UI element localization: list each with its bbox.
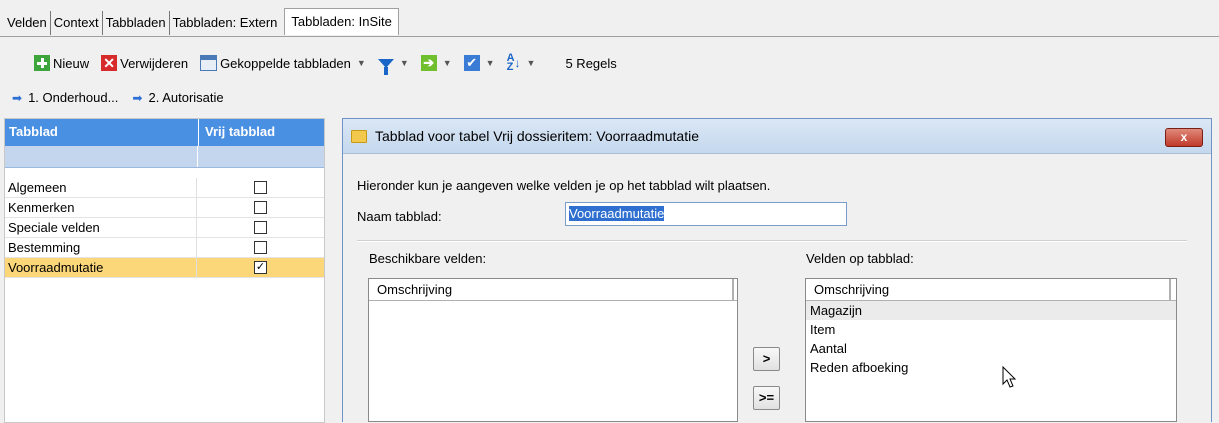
vrij-checkbox[interactable]	[254, 241, 267, 254]
row-name: Bestemming	[5, 238, 197, 257]
divider	[357, 240, 1187, 242]
arrow-right-icon: ➔	[420, 55, 437, 71]
chevron-down-icon: ▼	[356, 58, 366, 68]
tab-tabbladen-extern[interactable]: Tabbladen: Extern	[170, 11, 281, 35]
linked-tabs-label: Gekoppelde tabbladen	[220, 55, 351, 71]
folder-icon	[351, 129, 367, 143]
linked-tabs-icon	[200, 55, 218, 71]
grid-header: Tabblad Vrij tabblad	[5, 119, 324, 146]
new-button[interactable]: Nieuw	[34, 55, 89, 71]
filter-button[interactable]: ▼	[377, 58, 409, 75]
tab-dialog: Tabblad voor tabel Vrij dossieritem: Voo…	[342, 118, 1212, 422]
chevron-down-icon: ▼	[485, 58, 495, 68]
nav-onderhoud-label: 1. Onderhoud...	[28, 90, 119, 105]
delete-button[interactable]: ✕ Verwijderen	[101, 55, 188, 71]
tabs-grid: Tabblad Vrij tabblad Algemeen Kenmerken …	[4, 118, 325, 423]
tab-fields-column-header[interactable]: Omschrijving	[806, 279, 1171, 300]
dialog-title: Tabblad voor tabel Vrij dossieritem: Voo…	[375, 128, 699, 144]
close-icon: x	[1180, 130, 1188, 144]
list-item[interactable]: Magazijn	[806, 301, 1176, 320]
tab-tabbladen-insite[interactable]: Tabbladen: InSite	[284, 8, 399, 35]
move-selected-button[interactable]: >	[753, 347, 780, 371]
filter-icon	[377, 58, 394, 75]
available-fields-label: Beschikbare velden:	[369, 251, 487, 266]
nav-autorisatie[interactable]: ➡ 2. Autorisatie	[132, 90, 223, 105]
table-row[interactable]: Speciale velden	[5, 218, 324, 238]
arrow-right-icon: ➡	[132, 90, 143, 105]
tab-divider	[0, 36, 1219, 37]
tab-strip: Velden Context Tabbladen Tabbladen: Exte…	[4, 8, 399, 35]
goto-button[interactable]: ➔ ▼	[420, 55, 452, 71]
linked-tabs-button[interactable]: Gekoppelde tabbladen ▼	[200, 55, 366, 71]
move-all-button[interactable]: >=	[753, 386, 780, 410]
row-name: Algemeen	[5, 178, 197, 197]
column-header-vrij-tabblad[interactable]: Vrij tabblad	[199, 119, 324, 146]
arrow-right-icon: ➡	[12, 90, 23, 105]
sort-az-icon: AZ	[506, 52, 515, 73]
tab-context[interactable]: Context	[51, 11, 103, 35]
list-item[interactable]: Reden afboeking	[806, 358, 1176, 377]
name-label: Naam tabblad:	[357, 209, 442, 224]
tab-velden[interactable]: Velden	[4, 11, 51, 35]
delete-icon: ✕	[101, 55, 118, 71]
tab-fields-list[interactable]: Omschrijving Magazijn Item Aantal Reden …	[805, 278, 1177, 422]
plus-icon	[34, 55, 50, 71]
row-name: Voorraadmutatie	[5, 258, 197, 277]
dialog-titlebar[interactable]: Tabblad voor tabel Vrij dossieritem: Voo…	[343, 119, 1211, 154]
select-button[interactable]: ✔ ▼	[463, 55, 495, 71]
sort-arrow-icon: ↓	[514, 56, 521, 70]
table-row-selected[interactable]: Voorraadmutatie ✓	[5, 258, 324, 278]
table-row[interactable]: Algemeen	[5, 178, 324, 198]
tab-fields-label: Velden op tabblad:	[806, 251, 914, 266]
tab-tabbladen[interactable]: Tabbladen	[103, 11, 170, 35]
delete-button-label: Verwijderen	[120, 55, 189, 71]
column-header-tabblad[interactable]: Tabblad	[5, 119, 199, 146]
row-name: Speciale velden	[5, 218, 197, 237]
vrij-checkbox-checked[interactable]: ✓	[254, 261, 267, 274]
filter-cell[interactable]	[198, 146, 324, 167]
chevron-down-icon: ▼	[399, 58, 409, 68]
filter-cell[interactable]	[5, 146, 198, 167]
name-input[interactable]: Voorraadmutatie	[565, 202, 847, 226]
chevron-down-icon: ▼	[442, 58, 452, 68]
new-button-label: Nieuw	[53, 55, 90, 71]
sort-button[interactable]: AZ ↓ ▼	[506, 52, 536, 73]
row-name: Kenmerken	[5, 198, 197, 217]
table-row[interactable]: Bestemming	[5, 238, 324, 258]
mouse-cursor-icon	[1002, 366, 1017, 388]
close-button[interactable]: x	[1165, 128, 1203, 147]
instruction-text: Hieronder kun je aangeven welke velden j…	[357, 178, 771, 193]
nav-onderhoud[interactable]: ➡ 1. Onderhoud...	[12, 90, 118, 105]
toolbar: Nieuw ✕ Verwijderen Gekoppelde tabbladen…	[34, 52, 629, 75]
table-row[interactable]: Kenmerken	[5, 198, 324, 218]
list-item[interactable]: Item	[806, 320, 1176, 339]
grid-filter-row[interactable]	[5, 146, 324, 168]
row-count: 5 Regels	[565, 55, 617, 71]
action-links: ➡ 1. Onderhoud... ➡ 2. Autorisatie	[12, 90, 238, 105]
checkbox-icon: ✔	[463, 55, 480, 71]
vrij-checkbox[interactable]	[254, 181, 267, 194]
available-fields-list[interactable]: Omschrijving	[368, 278, 738, 422]
vrij-checkbox[interactable]	[254, 221, 267, 234]
chevron-down-icon: ▼	[526, 58, 536, 68]
name-input-value: Voorraadmutatie	[569, 206, 665, 221]
available-column-header[interactable]: Omschrijving	[369, 279, 734, 300]
list-item[interactable]: Aantal	[806, 339, 1176, 358]
nav-autorisatie-label: 2. Autorisatie	[148, 90, 224, 105]
vrij-checkbox[interactable]	[254, 201, 267, 214]
